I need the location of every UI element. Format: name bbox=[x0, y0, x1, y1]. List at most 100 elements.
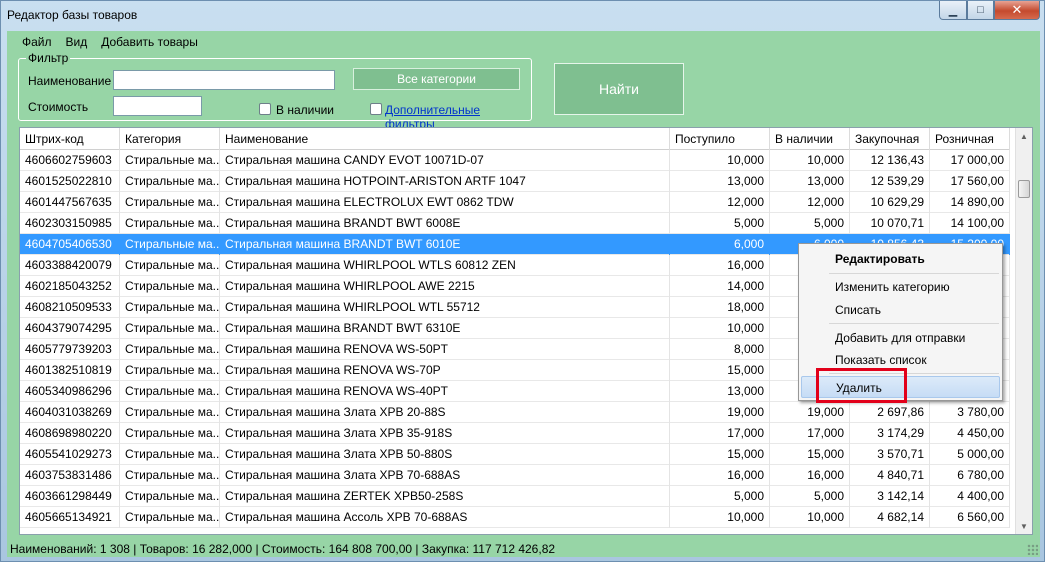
cell-barcode: 4603753831486 bbox=[20, 465, 120, 486]
price-input[interactable] bbox=[113, 96, 202, 116]
cell-barcode: 4604379074295 bbox=[20, 318, 120, 339]
minimize-button[interactable]: ▁ bbox=[939, 1, 967, 20]
table-row[interactable]: 4604031038269 Стиральные ма... Стиральная … bbox=[20, 402, 1010, 423]
column-header-in-stock[interactable]: В наличии bbox=[770, 128, 850, 150]
cell-name: Стиральная машина BRANDT BWT 6010E bbox=[220, 234, 670, 255]
cell-name: Стиральная машина Злата XPB 70-688AS bbox=[220, 465, 670, 486]
cell-received: 5,000 bbox=[670, 213, 770, 234]
name-label: Наименование bbox=[28, 74, 112, 88]
window-title: Редактор базы товаров bbox=[7, 8, 138, 22]
table-row[interactable]: 4608698980220 Стиральные ма... Стиральная … bbox=[20, 423, 1010, 444]
cell-received: 15,000 bbox=[670, 444, 770, 465]
menu-bar: Файл Вид Добавить товары bbox=[7, 31, 1040, 53]
window-controls: ▁ □ ✕ bbox=[939, 1, 1040, 21]
maximize-icon: □ bbox=[977, 4, 984, 16]
cell-received: 12,000 bbox=[670, 192, 770, 213]
cell-purchase-price: 3 570,71 bbox=[850, 444, 930, 465]
menu-view[interactable]: Вид bbox=[59, 35, 95, 49]
cell-name: Стиральная машина WHIRLPOOL AWE 2215 bbox=[220, 276, 670, 297]
ctx-add-for-shipment[interactable]: Добавить для отправки bbox=[801, 327, 1000, 349]
cell-retail-price: 14 890,00 bbox=[930, 192, 1010, 213]
cell-barcode: 4601447567635 bbox=[20, 192, 120, 213]
cell-in-stock: 10,000 bbox=[770, 150, 850, 171]
menu-add-goods[interactable]: Добавить товары bbox=[94, 35, 205, 49]
table-row[interactable]: 4605665134921 Стиральные ма... Стиральная … bbox=[20, 507, 1010, 528]
cell-received: 19,000 bbox=[670, 402, 770, 423]
cell-category: Стиральные ма... bbox=[120, 171, 220, 192]
column-header-retail-price[interactable]: Розничная bbox=[930, 128, 1010, 150]
cell-category: Стиральные ма... bbox=[120, 402, 220, 423]
cell-retail-price: 6 560,00 bbox=[930, 507, 1010, 528]
cell-purchase-price: 4 840,71 bbox=[850, 465, 930, 486]
cell-retail-price: 17 560,00 bbox=[930, 171, 1010, 192]
cell-received: 6,000 bbox=[670, 234, 770, 255]
all-categories-button[interactable]: Все категории bbox=[353, 68, 520, 90]
scroll-up-icon[interactable]: ▲ bbox=[1016, 128, 1032, 144]
cell-received: 10,000 bbox=[670, 318, 770, 339]
table-row[interactable]: 4603661298449 Стиральные ма... Стиральная … bbox=[20, 486, 1010, 507]
menu-file[interactable]: Файл bbox=[15, 35, 59, 49]
cell-category: Стиральные ма... bbox=[120, 381, 220, 402]
status-bar: Наименований: 1 308 | Товаров: 16 282,00… bbox=[10, 542, 556, 556]
name-input[interactable] bbox=[113, 70, 335, 90]
column-header-name[interactable]: Наименование bbox=[220, 128, 670, 150]
table-row[interactable]: 4601447567635 Стиральные ма... Стиральная … bbox=[20, 192, 1010, 213]
cell-received: 8,000 bbox=[670, 339, 770, 360]
in-stock-checkbox[interactable] bbox=[259, 103, 271, 115]
app-window: Редактор базы товаров ▁ □ ✕ Файл Вид Доб… bbox=[0, 0, 1045, 562]
close-icon: ✕ bbox=[1011, 2, 1023, 17]
table-row[interactable]: 4606602759603 Стиральные ма... Стиральная … bbox=[20, 150, 1010, 171]
cell-barcode: 4602303150985 bbox=[20, 213, 120, 234]
cell-category: Стиральные ма... bbox=[120, 465, 220, 486]
cell-received: 13,000 bbox=[670, 171, 770, 192]
find-button[interactable]: Найти bbox=[554, 63, 684, 115]
title-bar[interactable]: Редактор базы товаров ▁ □ ✕ bbox=[1, 1, 1044, 31]
cell-barcode: 4608210509533 bbox=[20, 297, 120, 318]
cell-name: Стиральная машина BRANDT BWT 6008E bbox=[220, 213, 670, 234]
table-row[interactable]: 4602303150985 Стиральные ма... Стиральная … bbox=[20, 213, 1010, 234]
column-header-barcode[interactable]: Штрих-код bbox=[20, 128, 120, 150]
scroll-thumb[interactable] bbox=[1018, 180, 1030, 198]
close-button[interactable]: ✕ bbox=[994, 1, 1040, 20]
maximize-button[interactable]: □ bbox=[967, 1, 994, 20]
table-row[interactable]: 4601525022810 Стиральные ма... Стиральная … bbox=[20, 171, 1010, 192]
table-row[interactable]: 4605541029273 Стиральные ма... Стиральная … bbox=[20, 444, 1010, 465]
cell-barcode: 4603388420079 bbox=[20, 255, 120, 276]
cell-barcode: 4608698980220 bbox=[20, 423, 120, 444]
cell-received: 17,000 bbox=[670, 423, 770, 444]
filter-legend: Фильтр bbox=[26, 51, 71, 65]
cell-purchase-price: 3 142,14 bbox=[850, 486, 930, 507]
cell-category: Стиральные ма... bbox=[120, 486, 220, 507]
ctx-write-off[interactable]: Списать bbox=[801, 299, 1000, 321]
cell-category: Стиральные ма... bbox=[120, 423, 220, 444]
price-label: Стоимость bbox=[28, 100, 89, 114]
cell-category: Стиральные ма... bbox=[120, 276, 220, 297]
ctx-change-category[interactable]: Изменить категорию bbox=[801, 276, 1000, 298]
cell-barcode: 4606602759603 bbox=[20, 150, 120, 171]
column-header-purchase-price[interactable]: Закупочная bbox=[850, 128, 930, 150]
extra-filters-checkbox[interactable] bbox=[370, 103, 382, 115]
resize-grip-icon[interactable] bbox=[1027, 544, 1038, 555]
vertical-scrollbar[interactable]: ▲ ▼ bbox=[1015, 128, 1032, 534]
cell-received: 15,000 bbox=[670, 360, 770, 381]
cell-purchase-price: 2 697,86 bbox=[850, 402, 930, 423]
cell-name: Стиральная машина Злата XPB 35-918S bbox=[220, 423, 670, 444]
cell-name: Стиральная машина CANDY EVOT 10071D-07 bbox=[220, 150, 670, 171]
cell-name: Стиральная машина Ассоль XPB 70-688AS bbox=[220, 507, 670, 528]
cell-retail-price: 4 450,00 bbox=[930, 423, 1010, 444]
cell-name: Стиральная машина WHIRLPOOL WTLS 60812 Z… bbox=[220, 255, 670, 276]
cell-in-stock: 19,000 bbox=[770, 402, 850, 423]
cell-purchase-price: 12 539,29 bbox=[850, 171, 930, 192]
cell-barcode: 4601525022810 bbox=[20, 171, 120, 192]
table-row[interactable]: 4603753831486 Стиральные ма... Стиральная … bbox=[20, 465, 1010, 486]
ctx-edit[interactable]: Редактировать bbox=[801, 248, 1000, 270]
column-header-received[interactable]: Поступило bbox=[670, 128, 770, 150]
cell-name: Стиральная машина RENOVA WS-50PT bbox=[220, 339, 670, 360]
scroll-down-icon[interactable]: ▼ bbox=[1016, 518, 1032, 534]
minimize-icon: ▁ bbox=[948, 4, 958, 17]
cell-received: 10,000 bbox=[670, 150, 770, 171]
column-header-category[interactable]: Категория bbox=[120, 128, 220, 150]
cell-in-stock: 17,000 bbox=[770, 423, 850, 444]
cell-purchase-price: 12 136,43 bbox=[850, 150, 930, 171]
cell-in-stock: 12,000 bbox=[770, 192, 850, 213]
